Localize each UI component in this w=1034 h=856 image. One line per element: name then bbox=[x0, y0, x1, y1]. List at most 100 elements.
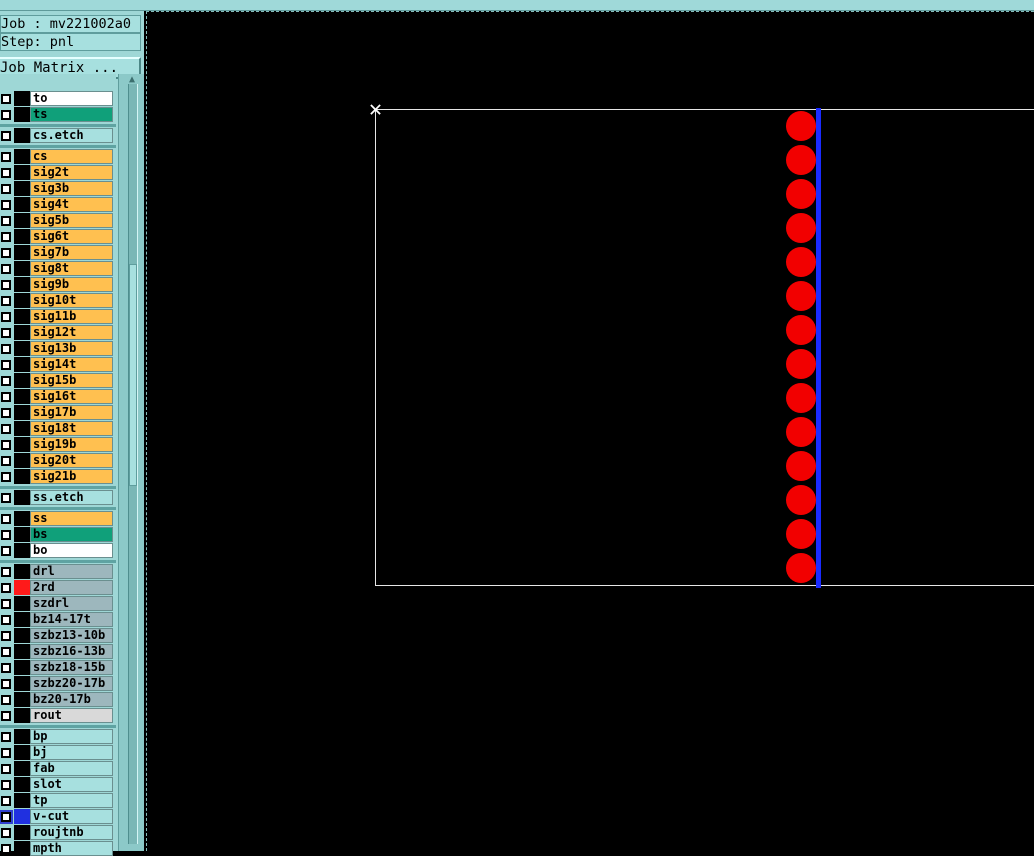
layer-affected-marker[interactable] bbox=[14, 128, 30, 143]
layer-name-label[interactable]: fab bbox=[30, 761, 113, 776]
layer-affected-marker[interactable] bbox=[14, 580, 30, 595]
layer-affected-marker[interactable] bbox=[14, 197, 30, 212]
layer-row-sig8t[interactable]: sig8t bbox=[0, 261, 116, 276]
layer-name-label[interactable]: cs.etch bbox=[30, 128, 113, 143]
layer-checkbox[interactable] bbox=[1, 567, 11, 577]
layer-row-sig13b[interactable]: sig13b bbox=[0, 341, 116, 356]
layer-name-label[interactable]: sig2t bbox=[30, 165, 113, 180]
scroll-up-icon[interactable]: ▲ bbox=[125, 74, 139, 85]
layer-name-label[interactable]: ss bbox=[30, 511, 113, 526]
layer-name-label[interactable]: sig18t bbox=[30, 421, 113, 436]
layer-row-sig20t[interactable]: sig20t bbox=[0, 453, 116, 468]
layer-checkbox[interactable] bbox=[1, 844, 11, 854]
layer-affected-marker[interactable] bbox=[14, 453, 30, 468]
layer-row-ss[interactable]: ss bbox=[0, 511, 116, 526]
layer-affected-marker[interactable] bbox=[14, 293, 30, 308]
layer-checkbox[interactable] bbox=[1, 376, 11, 386]
layer-affected-marker[interactable] bbox=[14, 708, 30, 723]
layer-checkbox[interactable] bbox=[1, 748, 11, 758]
layer-checkbox[interactable] bbox=[1, 312, 11, 322]
layer-row-sig10t[interactable]: sig10t bbox=[0, 293, 116, 308]
layer-checkbox[interactable] bbox=[1, 456, 11, 466]
layer-row-mpth[interactable]: mpth bbox=[0, 841, 116, 856]
layer-name-label[interactable]: sig3b bbox=[30, 181, 113, 196]
layer-name-label[interactable]: mpth bbox=[30, 841, 113, 856]
layer-checkbox[interactable] bbox=[1, 546, 11, 556]
layer-name-label[interactable]: sig17b bbox=[30, 405, 113, 420]
layer-name-label[interactable]: sig10t bbox=[30, 293, 113, 308]
layer-affected-marker[interactable] bbox=[14, 437, 30, 452]
layer-affected-marker[interactable] bbox=[14, 165, 30, 180]
layer-row-rout[interactable]: rout bbox=[0, 708, 116, 723]
layer-row-szbz16-13b[interactable]: szbz16-13b bbox=[0, 644, 116, 659]
layer-name-label[interactable]: sig14t bbox=[30, 357, 113, 372]
layer-affected-marker[interactable] bbox=[14, 245, 30, 260]
layer-name-label[interactable]: sig8t bbox=[30, 261, 113, 276]
layer-row-v-cut[interactable]: ⊞v-cut bbox=[0, 809, 116, 824]
layer-affected-marker[interactable] bbox=[14, 793, 30, 808]
layer-affected-marker[interactable] bbox=[14, 676, 30, 691]
layer-name-label[interactable]: v-cut bbox=[30, 809, 113, 824]
layer-affected-marker[interactable] bbox=[14, 107, 30, 122]
layer-row-sig7b[interactable]: sig7b bbox=[0, 245, 116, 260]
layer-affected-marker[interactable] bbox=[14, 389, 30, 404]
layer-name-label[interactable]: bj bbox=[30, 745, 113, 760]
graphics-canvas[interactable]: ✕ bbox=[148, 12, 1034, 851]
layer-row-sig14t[interactable]: sig14t bbox=[0, 357, 116, 372]
layer-row-szbz13-10b[interactable]: szbz13-10b bbox=[0, 628, 116, 643]
layer-affected-marker[interactable] bbox=[14, 644, 30, 659]
layer-affected-marker[interactable] bbox=[14, 692, 30, 707]
layer-name-label[interactable]: ts bbox=[30, 107, 113, 122]
layer-name-label[interactable]: szdrl bbox=[30, 596, 113, 611]
layer-checkbox[interactable] bbox=[1, 796, 11, 806]
layer-name-label[interactable]: 2rd bbox=[30, 580, 113, 595]
layer-checkbox[interactable] bbox=[1, 828, 11, 838]
layer-affected-marker[interactable] bbox=[14, 181, 30, 196]
layer-affected-marker[interactable] bbox=[14, 421, 30, 436]
layer-name-label[interactable]: sig19b bbox=[30, 437, 113, 452]
layer-checkbox[interactable] bbox=[1, 599, 11, 609]
layer-checkbox[interactable] bbox=[1, 216, 11, 226]
layer-checkbox[interactable] bbox=[1, 514, 11, 524]
layer-row-cs.etch[interactable]: cs.etch bbox=[0, 128, 116, 143]
layer-row-ts[interactable]: ts bbox=[0, 107, 116, 122]
layer-checkbox[interactable] bbox=[1, 711, 11, 721]
layer-row-bz20-17b[interactable]: bz20-17b bbox=[0, 692, 116, 707]
layer-row-roujtnb[interactable]: roujtnb bbox=[0, 825, 116, 840]
layer-checkbox[interactable] bbox=[1, 780, 11, 790]
layer-row-sig12t[interactable]: sig12t bbox=[0, 325, 116, 340]
layer-affected-marker[interactable] bbox=[14, 729, 30, 744]
layer-row-drl[interactable]: drl bbox=[0, 564, 116, 579]
layer-list-scrollbar[interactable]: ▲ bbox=[118, 74, 144, 851]
layer-name-label[interactable]: sig6t bbox=[30, 229, 113, 244]
layer-name-label[interactable]: szbz16-13b bbox=[30, 644, 113, 659]
layer-checkbox[interactable] bbox=[1, 280, 11, 290]
layer-name-label[interactable]: slot bbox=[30, 777, 113, 792]
layer-name-label[interactable]: to bbox=[30, 91, 113, 106]
layer-checkbox[interactable] bbox=[1, 360, 11, 370]
layer-checkbox[interactable] bbox=[1, 328, 11, 338]
layer-row-sig4t[interactable]: sig4t bbox=[0, 197, 116, 212]
layer-name-label[interactable]: bs bbox=[30, 527, 113, 542]
layer-row-sig19b[interactable]: sig19b bbox=[0, 437, 116, 452]
layer-row-sig6t[interactable]: sig6t bbox=[0, 229, 116, 244]
layer-affected-marker[interactable] bbox=[14, 660, 30, 675]
layer-name-label[interactable]: sig9b bbox=[30, 277, 113, 292]
layer-checkbox[interactable] bbox=[1, 152, 11, 162]
layer-affected-marker[interactable] bbox=[14, 596, 30, 611]
layer-name-label[interactable]: rout bbox=[30, 708, 113, 723]
layer-row-bz14-17t[interactable]: bz14-17t bbox=[0, 612, 116, 627]
layer-name-label[interactable]: sig5b bbox=[30, 213, 113, 228]
layer-name-label[interactable]: cs bbox=[30, 149, 113, 164]
layer-row-tp[interactable]: tp bbox=[0, 793, 116, 808]
layer-affected-marker[interactable] bbox=[14, 825, 30, 840]
layer-row-2rd[interactable]: 2rd bbox=[0, 580, 116, 595]
layer-name-label[interactable]: sig12t bbox=[30, 325, 113, 340]
layer-checkbox[interactable] bbox=[1, 424, 11, 434]
layer-affected-marker[interactable] bbox=[14, 469, 30, 484]
layer-affected-marker[interactable] bbox=[14, 405, 30, 420]
layer-row-bj[interactable]: bj bbox=[0, 745, 116, 760]
layer-affected-marker[interactable] bbox=[14, 341, 30, 356]
layer-checkbox[interactable] bbox=[1, 408, 11, 418]
layer-checkbox[interactable] bbox=[1, 168, 11, 178]
